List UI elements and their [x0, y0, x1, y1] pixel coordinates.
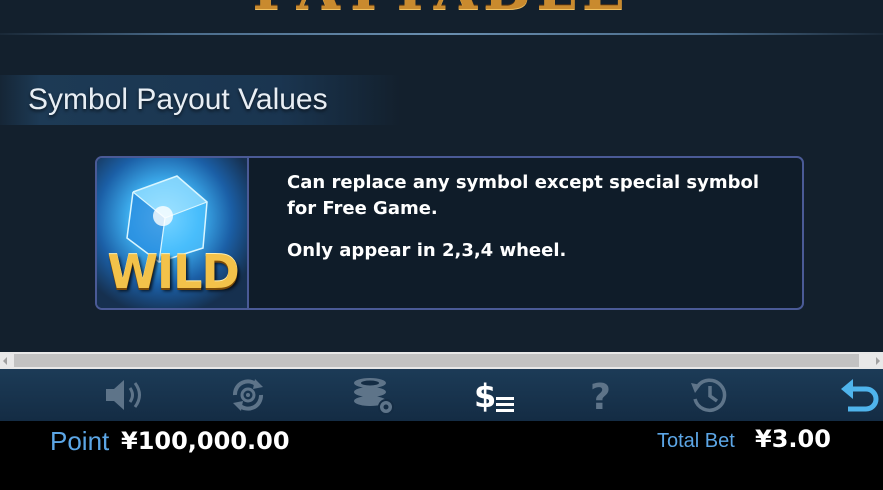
history-icon — [691, 378, 727, 412]
help-button[interactable]: ? — [578, 375, 624, 415]
autoplay-button[interactable] — [225, 375, 271, 415]
point-value: ¥100,000.00 — [121, 427, 290, 455]
symbol-card: WILD Can replace any symbol except speci… — [95, 156, 804, 310]
bet-settings-icon — [354, 378, 394, 415]
svg-text:?: ? — [590, 377, 611, 415]
wild-label: WILD — [107, 245, 239, 299]
total-bet-value: ¥3.00 — [755, 425, 831, 453]
bet-settings-button[interactable] — [350, 375, 396, 415]
paytable-button[interactable]: $ — [472, 375, 518, 415]
symbol-description: Can replace any symbol except special sy… — [287, 170, 787, 264]
history-button[interactable] — [686, 375, 732, 415]
autoplay-icon — [233, 379, 263, 411]
wild-symbol-icon: WILD — [97, 158, 249, 308]
paytable-page: PAYTABLE Symbol Payout Values WILD Can r… — [0, 0, 883, 490]
back-button[interactable] — [836, 375, 882, 415]
page-title: PAYTABLE — [0, 0, 883, 18]
svg-text:$: $ — [474, 377, 496, 415]
back-icon — [841, 379, 879, 412]
sound-button[interactable] — [103, 375, 149, 415]
total-bet-label: Total Bet — [657, 430, 735, 452]
footer-bar: Point ¥100,000.00 Total Bet ¥3.00 — [0, 421, 883, 490]
sound-icon — [106, 380, 141, 410]
horizontal-scrollbar[interactable] — [0, 352, 883, 369]
help-icon: ? — [590, 377, 611, 415]
header-divider — [0, 33, 883, 35]
point-label: Point — [50, 426, 110, 456]
toolbar: $ ? — [0, 369, 883, 421]
section-title: Symbol Payout Values — [28, 83, 328, 116]
description-line: Can replace any symbol except special sy… — [287, 172, 760, 219]
scroll-right-arrow[interactable] — [869, 352, 883, 369]
paytable-icon: $ — [474, 377, 514, 415]
section-heading: Symbol Payout Values — [0, 75, 400, 125]
scrollbar-thumb[interactable] — [14, 354, 859, 367]
scroll-left-arrow[interactable] — [0, 352, 14, 369]
description-line: Only appear in 2,3,4 wheel. — [287, 240, 567, 261]
